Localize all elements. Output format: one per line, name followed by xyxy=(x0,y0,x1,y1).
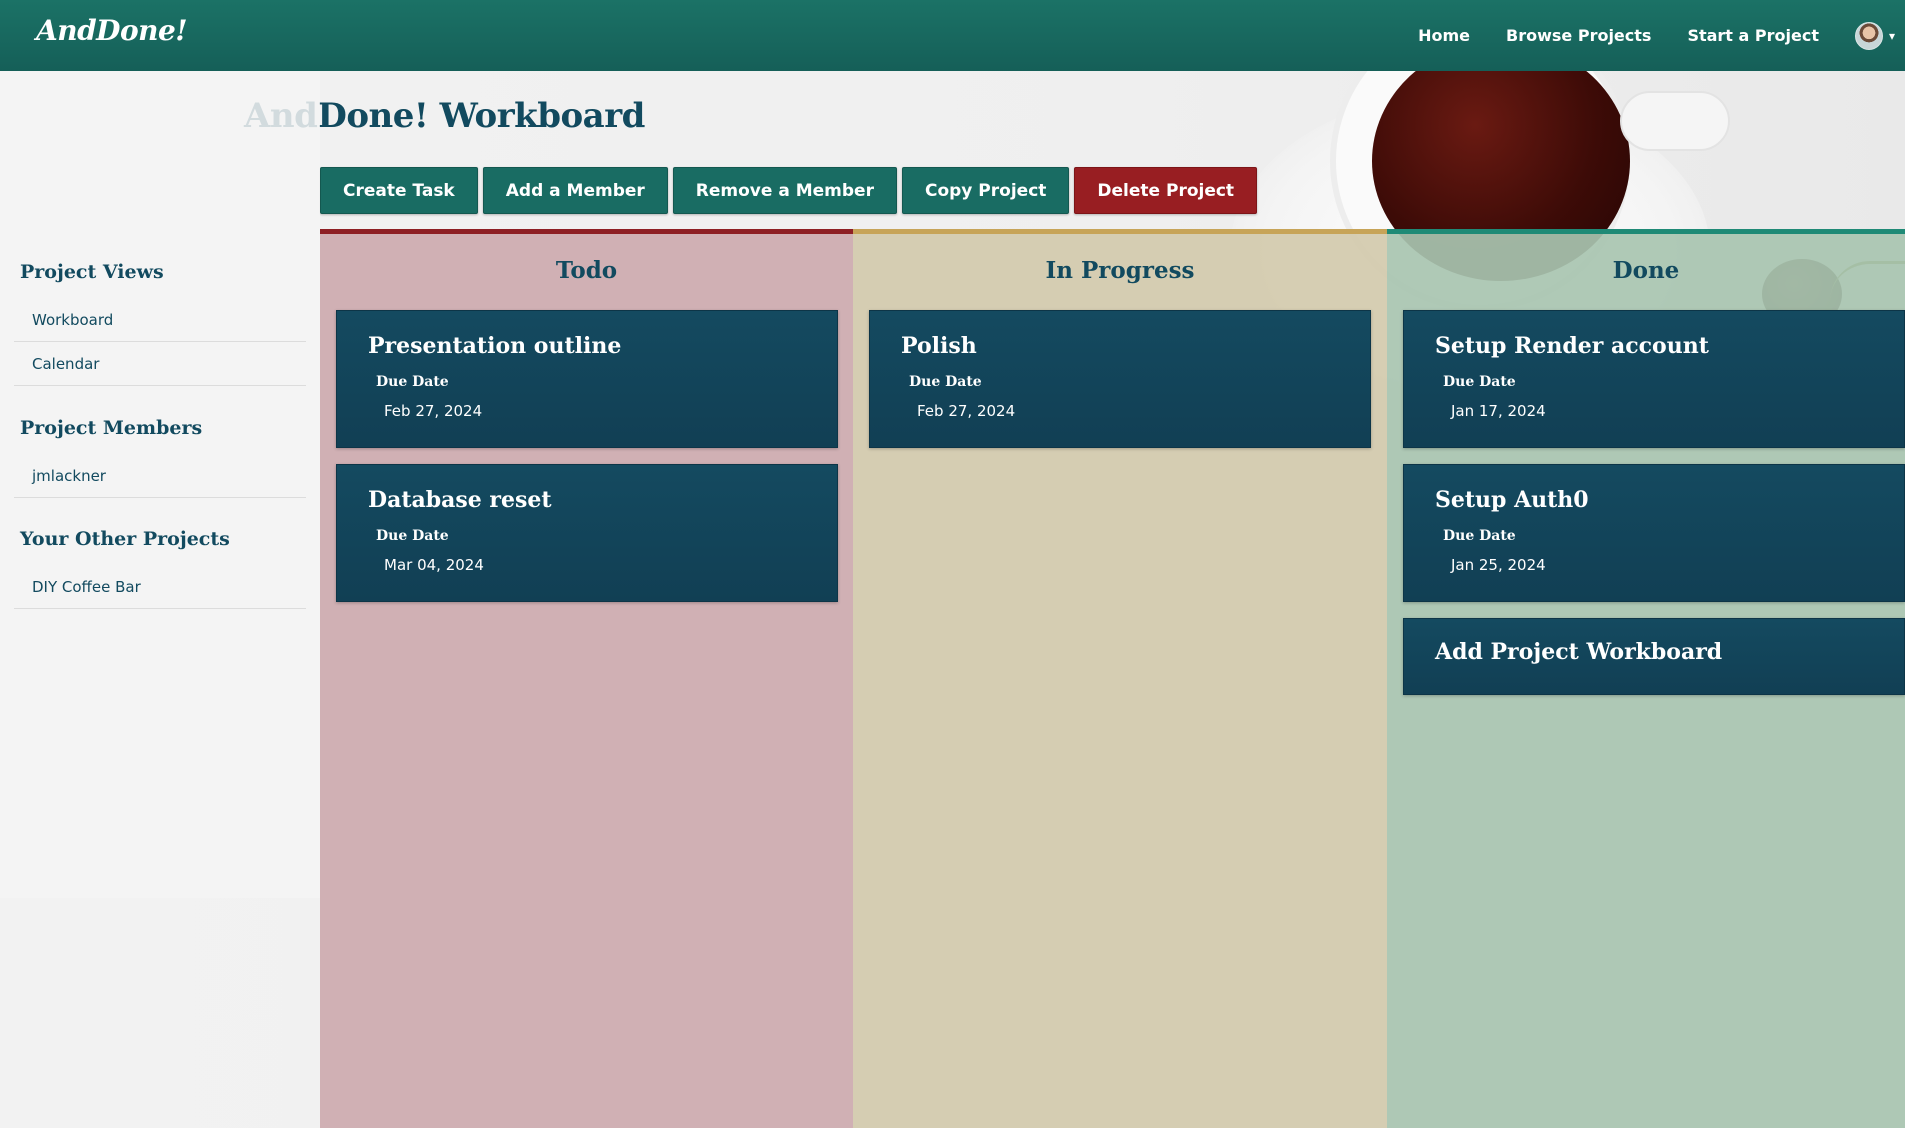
due-date-label: Due Date xyxy=(1443,374,1516,390)
due-date-label: Due Date xyxy=(376,528,449,544)
due-date-value: Mar 04, 2024 xyxy=(384,556,484,574)
add-member-button[interactable]: Add a Member xyxy=(482,167,668,214)
create-task-button[interactable]: Create Task xyxy=(320,167,478,214)
avatar[interactable] xyxy=(1854,21,1883,50)
column-title-in-progress: In Progress xyxy=(1045,257,1195,284)
due-date-value: Feb 27, 2024 xyxy=(384,402,483,420)
sidebar-heading-project-views: Project Views xyxy=(20,261,164,283)
task-title: Polish xyxy=(901,333,977,359)
sidebar-item-member[interactable]: jmlackner xyxy=(14,454,306,498)
task-card[interactable]: Setup Render account Due Date Jan 17, 20… xyxy=(1403,310,1905,448)
sidebar: Project Views Workboard Calendar Project… xyxy=(0,71,320,898)
task-title: Setup Render account xyxy=(1435,333,1709,359)
due-date-value: Feb 27, 2024 xyxy=(917,402,1016,420)
due-date-label: Due Date xyxy=(1443,528,1516,544)
nav-links: Home Browse Projects Start a Project ▾ xyxy=(1418,0,1905,71)
board-column-in-progress: In Progress Polish Due Date Feb 27, 2024 xyxy=(853,229,1387,1128)
task-title: Setup Auth0 xyxy=(1435,487,1589,513)
column-title-done: Done xyxy=(1612,257,1680,284)
sidebar-item-workboard[interactable]: Workboard xyxy=(14,298,306,342)
task-card[interactable]: Add Project Workboard xyxy=(1403,618,1905,695)
due-date-value: Jan 17, 2024 xyxy=(1451,402,1546,420)
sidebar-item-other-project[interactable]: DIY Coffee Bar xyxy=(14,565,306,609)
task-card[interactable]: Setup Auth0 Due Date Jan 25, 2024 xyxy=(1403,464,1905,602)
due-date-label: Due Date xyxy=(909,374,982,390)
copy-project-button[interactable]: Copy Project xyxy=(901,167,1070,214)
nav-link-start-project[interactable]: Start a Project xyxy=(1687,26,1819,45)
column-title-todo: Todo xyxy=(555,257,618,284)
chevron-down-icon[interactable]: ▾ xyxy=(1889,29,1895,43)
project-actions: Create Task Add a Member Remove a Member… xyxy=(320,167,1262,214)
remove-member-button[interactable]: Remove a Member xyxy=(672,167,897,214)
brand-logo[interactable]: AndDone! xyxy=(36,14,188,47)
user-menu[interactable]: ▾ xyxy=(1854,21,1895,50)
task-card[interactable]: Presentation outline Due Date Feb 27, 20… xyxy=(336,310,838,448)
sidebar-item-calendar[interactable]: Calendar xyxy=(14,342,306,386)
sidebar-heading-project-members: Project Members xyxy=(20,417,203,439)
nav-link-browse-projects[interactable]: Browse Projects xyxy=(1506,26,1651,45)
task-title: Add Project Workboard xyxy=(1435,639,1723,665)
task-card[interactable]: Database reset Due Date Mar 04, 2024 xyxy=(336,464,838,602)
due-date-value: Jan 25, 2024 xyxy=(1451,556,1546,574)
nav-link-home[interactable]: Home xyxy=(1418,26,1470,45)
due-date-label: Due Date xyxy=(376,374,449,390)
cup-handle-image xyxy=(1620,91,1730,151)
board-column-done: Done Setup Render account Due Date Jan 1… xyxy=(1387,229,1905,1128)
task-title: Presentation outline xyxy=(368,333,622,359)
task-card[interactable]: Polish Due Date Feb 27, 2024 xyxy=(869,310,1371,448)
task-title: Database reset xyxy=(368,487,552,513)
sidebar-heading-other-projects: Your Other Projects xyxy=(20,528,230,550)
delete-project-button[interactable]: Delete Project xyxy=(1074,167,1258,214)
top-navbar: AndDone! Home Browse Projects Start a Pr… xyxy=(0,0,1905,71)
board-column-todo: Todo Presentation outline Due Date Feb 2… xyxy=(320,229,853,1128)
